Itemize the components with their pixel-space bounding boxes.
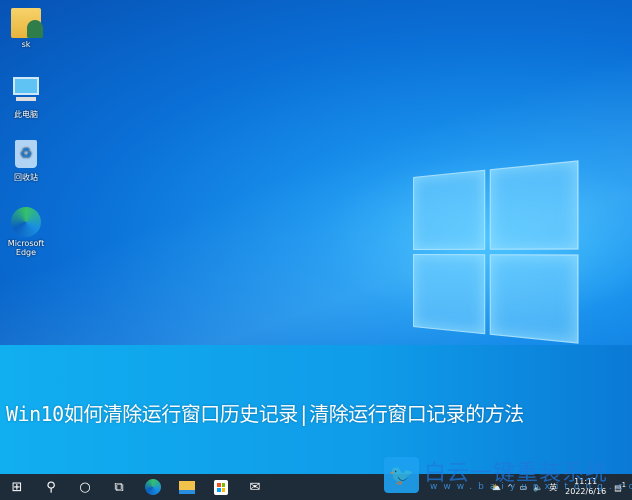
article-title: Win10如何清除运行窗口历史记录|清除运行窗口记录的方法 [6,402,524,426]
clock[interactable]: 11:11 2022/6/16 [565,477,606,497]
desktop-icon-recycle-bin[interactable]: ♻ 回收站 [4,140,48,183]
desktop-icon-label: 此电脑 [14,110,38,119]
desktop-icon-label: sk [21,40,31,49]
store-icon[interactable] [204,474,238,500]
start-icon[interactable]: ⊞ [0,474,34,500]
edge-icon [11,207,41,237]
edge-icon[interactable] [136,474,170,500]
desktop-icon-this-pc[interactable]: 此电脑 [4,74,48,120]
desktop-icon-sk[interactable]: sk [4,8,48,49]
desktop-icon-label: Microsoft Edge [7,239,45,257]
weather-icon[interactable]: ⛅ [491,483,501,492]
notification-count: 1 [621,481,626,490]
user-folder-icon [11,8,43,38]
time: 11:11 [574,477,598,486]
date: 2022/6/16 [565,487,607,496]
desktop-icon-edge[interactable]: Microsoft Edge [4,207,48,257]
network-icon[interactable]: ▭ [520,483,528,492]
chevron-up-icon[interactable]: ^ [507,483,514,492]
ime-indicator[interactable]: 英 [549,482,557,493]
cortana-icon[interactable]: ○ [68,474,102,500]
system-tray: ⛅ ^ ▭ 🔈 英 11:11 2022/6/16 ▤1 [491,474,632,500]
search-icon[interactable]: ⚲ [34,474,68,500]
computer-icon [11,77,41,107]
task-view-icon[interactable]: ⧉ [102,474,136,500]
recycle-bin-icon: ♻ [11,140,41,170]
desktop-icon-label: 回收站 [14,173,38,182]
windows-logo-wallpaper [413,160,579,344]
file-explorer-icon[interactable] [170,474,204,500]
volume-icon[interactable]: 🔈 [533,483,543,492]
notification-icon[interactable]: ▤1 [614,481,626,493]
mail-icon[interactable]: ✉ [238,474,272,500]
